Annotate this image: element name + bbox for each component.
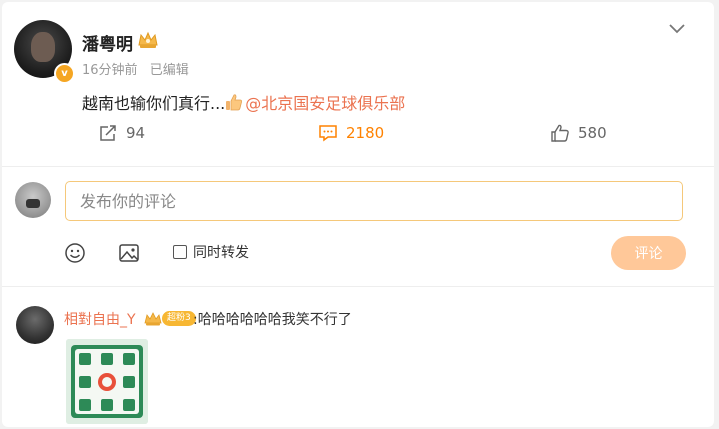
commenter-name[interactable]: 相對自由_Y	[64, 309, 136, 329]
current-user-avatar	[15, 182, 51, 218]
emoji-icon[interactable]	[64, 242, 86, 264]
like-button[interactable]: 580	[550, 124, 607, 142]
fan-badge: 超粉3	[162, 311, 196, 326]
commenter-avatar[interactable]	[16, 306, 54, 344]
edited-label: 已编辑	[149, 63, 189, 78]
post-meta: 16分钟前 已编辑	[82, 59, 189, 78]
comment-input[interactable]	[65, 181, 683, 221]
author-name[interactable]: 潘粤明	[82, 30, 133, 55]
image-icon[interactable]	[118, 242, 140, 264]
sync-repost-checkbox[interactable]	[173, 245, 187, 259]
repost-icon	[100, 125, 116, 141]
thumbs-up-emoji-icon	[226, 94, 243, 111]
divider	[2, 166, 714, 167]
mention-link[interactable]: @北京国安足球俱乐部	[245, 94, 405, 113]
verified-badge: v	[54, 63, 75, 84]
crown-icon	[144, 312, 162, 326]
post-content: 越南也输你们真行... @北京国安足球俱乐部	[82, 90, 405, 114]
post-time[interactable]: 16分钟前	[82, 63, 138, 78]
sync-repost-label: 同时转发	[193, 245, 249, 261]
comment-button[interactable]: 2180	[318, 124, 384, 142]
avatar-face	[31, 32, 55, 62]
submit-comment-button[interactable]: 评论	[611, 236, 686, 270]
post-text: 越南也输你们真行...	[82, 94, 226, 113]
sync-repost-option[interactable]: 同时转发	[173, 242, 249, 262]
repost-button[interactable]: 94	[98, 124, 145, 142]
comment-count: 2180	[346, 124, 385, 142]
like-count: 580	[578, 124, 607, 142]
like-icon	[551, 124, 569, 142]
comment-icon	[319, 125, 337, 142]
divider	[2, 286, 714, 287]
comment-image[interactable]	[66, 339, 148, 424]
avatar-mask	[26, 199, 40, 208]
comment-text: :哈哈哈哈哈哈我笑不行了	[193, 312, 352, 328]
crown-icon	[138, 31, 158, 48]
weibo-post-card: v 潘粤明 16分钟前 已编辑 越南也输你们真行... @北京国安足球俱乐部 9…	[2, 2, 714, 427]
repost-count: 94	[126, 124, 146, 142]
chevron-down-icon[interactable]	[668, 23, 686, 35]
